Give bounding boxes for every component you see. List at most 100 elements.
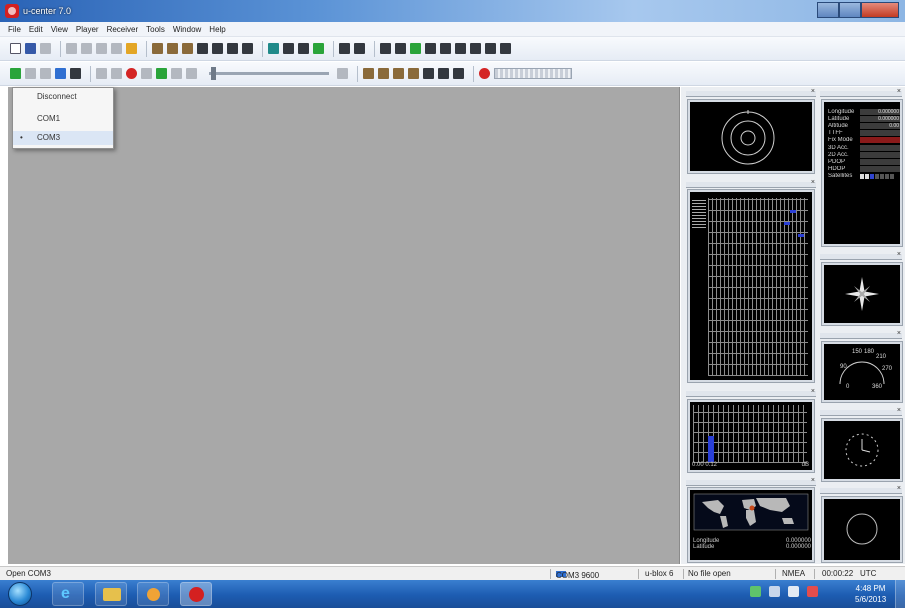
- stop-icon[interactable]: [96, 68, 107, 79]
- minimize-button[interactable]: [817, 2, 839, 18]
- fast-forward-icon[interactable]: [171, 68, 182, 79]
- flag-icon[interactable]: [788, 586, 799, 597]
- satellite-view-icon[interactable]: [268, 43, 279, 54]
- close-icon[interactable]: ×: [897, 330, 901, 337]
- panel-header[interactable]: ×: [820, 330, 902, 339]
- menu-file[interactable]: File: [8, 25, 21, 34]
- pause-icon[interactable]: [111, 68, 122, 79]
- u-center-task-button[interactable]: [180, 582, 212, 606]
- compass-view-panel[interactable]: [821, 262, 903, 326]
- record-icon[interactable]: [126, 68, 137, 79]
- table-view-icon[interactable]: [242, 43, 253, 54]
- altimeter-view-panel[interactable]: [821, 496, 903, 563]
- show-desktop-button[interactable]: [895, 580, 905, 608]
- panel-header[interactable]: ×: [820, 485, 902, 494]
- cut-icon[interactable]: [81, 43, 92, 54]
- hot-start-icon[interactable]: [408, 68, 419, 79]
- panel-header[interactable]: ×: [686, 388, 816, 397]
- reset-icon[interactable]: [363, 68, 374, 79]
- histogram-view-icon[interactable]: [298, 43, 309, 54]
- menu-help[interactable]: Help: [209, 25, 225, 34]
- sky-view-panel[interactable]: [687, 99, 815, 174]
- search-receiver-icon[interactable]: [55, 68, 66, 79]
- internet-explorer-task-button[interactable]: e: [52, 582, 84, 606]
- gear-icon[interactable]: [423, 68, 434, 79]
- settings-icon[interactable]: [438, 68, 449, 79]
- menu-edit[interactable]: Edit: [29, 25, 43, 34]
- text-view-icon[interactable]: [182, 43, 193, 54]
- help-icon[interactable]: [126, 43, 137, 54]
- close-icon[interactable]: ×: [897, 407, 901, 414]
- data-view-icon[interactable]: [380, 43, 391, 54]
- packet-view-icon[interactable]: [152, 43, 163, 54]
- menu-window[interactable]: Window: [173, 25, 201, 34]
- panel-header[interactable]: ×: [686, 477, 816, 486]
- panel-header[interactable]: ×: [820, 251, 902, 260]
- panel-header[interactable]: ×: [686, 88, 816, 97]
- skip-to-end-icon[interactable]: [186, 68, 197, 79]
- close-icon[interactable]: ×: [897, 251, 901, 258]
- sky-view-icon[interactable]: [395, 43, 406, 54]
- play-icon[interactable]: [156, 68, 167, 79]
- open-icon[interactable]: [40, 43, 51, 54]
- close-icon[interactable]: ×: [897, 88, 901, 95]
- step-back-icon[interactable]: [141, 68, 152, 79]
- menu-view[interactable]: View: [51, 25, 68, 34]
- connection-icon[interactable]: [10, 68, 21, 79]
- baudrate-icon[interactable]: [25, 68, 36, 79]
- watch-view-icon[interactable]: [425, 43, 436, 54]
- new-file-icon[interactable]: [10, 43, 21, 54]
- close-button[interactable]: [861, 2, 899, 18]
- paste-icon[interactable]: [111, 43, 122, 54]
- binary-view-icon[interactable]: [167, 43, 178, 54]
- speed-view-icon[interactable]: [455, 43, 466, 54]
- world-map-icon[interactable]: [485, 43, 496, 54]
- cold-start-icon[interactable]: [378, 68, 389, 79]
- chart-view-icon[interactable]: [283, 43, 294, 54]
- menu-receiver[interactable]: Receiver: [107, 25, 139, 34]
- sat-icon[interactable]: [479, 68, 490, 79]
- tray-icon[interactable]: [750, 586, 761, 597]
- database-icon[interactable]: [453, 68, 464, 79]
- close-icon[interactable]: ×: [897, 485, 901, 492]
- camera-view-icon[interactable]: [500, 43, 511, 54]
- maximize-button[interactable]: [839, 2, 861, 18]
- dropdown-item-com1[interactable]: COM1: [13, 112, 113, 126]
- world-map-panel[interactable]: Longitude 0.000000 Latitude 0.000000: [687, 487, 815, 563]
- clock-view-panel[interactable]: [821, 418, 903, 482]
- docking-window-2-icon[interactable]: [354, 43, 365, 54]
- slider-end-icon[interactable]: [337, 68, 348, 79]
- menu-tools[interactable]: Tools: [146, 25, 165, 34]
- gauge-view-panel[interactable]: 150 180 210 90 270 0 360: [821, 341, 903, 403]
- mdi-workspace[interactable]: [8, 87, 680, 564]
- network-icon[interactable]: [769, 586, 780, 597]
- autobaud-icon[interactable]: [40, 68, 51, 79]
- dropdown-item-com3[interactable]: • COM3: [13, 131, 113, 145]
- copy-icon[interactable]: [96, 43, 107, 54]
- docking-window-1-icon[interactable]: [339, 43, 350, 54]
- playback-slider[interactable]: [209, 67, 329, 80]
- signal-chart-panel[interactable]: [687, 189, 815, 383]
- explorer-task-button[interactable]: [95, 582, 127, 606]
- statistic-view-icon[interactable]: [212, 43, 223, 54]
- warm-start-icon[interactable]: [393, 68, 404, 79]
- polling-icon[interactable]: [70, 68, 81, 79]
- save-icon[interactable]: [25, 43, 36, 54]
- panel-header[interactable]: ×: [686, 179, 816, 188]
- close-icon[interactable]: ×: [811, 88, 815, 95]
- data-view-panel[interactable]: Longitude 0.000000 Latitude 0.000000 Altit…: [821, 99, 903, 247]
- config-view-icon[interactable]: [227, 43, 238, 54]
- close-icon[interactable]: ×: [811, 477, 815, 484]
- print-icon[interactable]: [66, 43, 77, 54]
- close-icon[interactable]: ×: [811, 179, 815, 186]
- media-player-task-button[interactable]: [137, 582, 169, 606]
- panel-header[interactable]: ×: [820, 407, 902, 416]
- signal-strength-panel[interactable]: 0.00 0.12 dB: [687, 399, 815, 473]
- messages-view-icon[interactable]: [197, 43, 208, 54]
- menu-player[interactable]: Player: [76, 25, 99, 34]
- taskbar-clock[interactable]: 4:48 PM 5/6/2013: [855, 583, 886, 605]
- altimeter-view-icon[interactable]: [440, 43, 451, 54]
- start-button[interactable]: [8, 582, 32, 606]
- compass-view-icon[interactable]: [410, 43, 421, 54]
- dropdown-item-disconnect[interactable]: Disconnect: [13, 90, 113, 104]
